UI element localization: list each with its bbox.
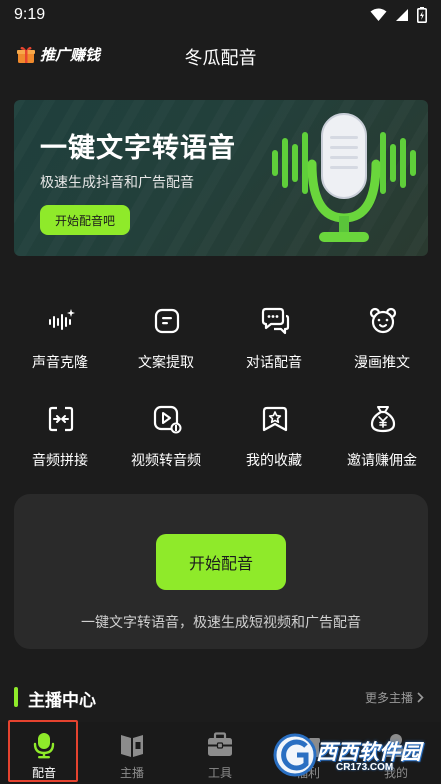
dialogue-icon bbox=[261, 307, 290, 335]
nav-tab-tools[interactable]: 工具 bbox=[190, 722, 250, 782]
tool-voice-clone[interactable]: 声音克隆 bbox=[10, 306, 110, 386]
app-title: 冬瓜配音 bbox=[184, 48, 257, 68]
promo-banner[interactable]: 一键文字转语音 极速生成抖音和广告配音 开始配音吧 bbox=[14, 100, 428, 256]
anchor-center-header: 主播中心 更多主播 bbox=[14, 684, 428, 710]
banner-headline: 一键文字转语音 bbox=[40, 133, 236, 163]
more-anchors-label: 更多主播 bbox=[364, 691, 413, 705]
tool-label: 音频拼接 bbox=[32, 452, 88, 468]
start-dubbing-description: 一键文字转语音，极速生成短视频和广告配音 bbox=[81, 614, 361, 630]
nav-tab-me[interactable]: 我的 bbox=[366, 722, 426, 782]
chevron-right-icon bbox=[417, 692, 424, 703]
anchor-book-icon bbox=[121, 735, 143, 757]
app-screen: 9:19 推广赚钱 冬瓜配音 一键文字转语音 极速生成抖音和广告配音 开始配音吧… bbox=[0, 0, 441, 784]
start-dubbing-card: 开始配音 一键文字转语音，极速生成短视频和广告配音 bbox=[14, 494, 428, 649]
more-anchors-link[interactable]: 更多主播 bbox=[365, 689, 424, 706]
tool-my-favorites[interactable]: 我的收藏 bbox=[224, 404, 324, 484]
status-icons bbox=[370, 7, 427, 23]
signal-icon bbox=[396, 9, 408, 21]
tool-video-to-audio[interactable]: 视频转音频 bbox=[116, 404, 216, 484]
status-time: 9:19 bbox=[14, 6, 46, 23]
nav-tab-label: 福利 bbox=[295, 766, 320, 780]
tool-label: 对话配音 bbox=[246, 354, 302, 370]
mic-icon bbox=[33, 733, 55, 759]
banner-start-button[interactable]: 开始配音吧 bbox=[40, 205, 130, 235]
text-extract-icon bbox=[154, 308, 180, 334]
tool-invite-earn[interactable]: 邀请赚佣金 bbox=[332, 404, 432, 484]
user-icon bbox=[385, 734, 407, 757]
nav-tab-label: 工具 bbox=[207, 766, 232, 780]
start-dubbing-button[interactable]: 开始配音 bbox=[156, 534, 286, 590]
tool-dialogue-dubbing[interactable]: 对话配音 bbox=[224, 306, 324, 386]
nav-tab-label: 我的 bbox=[383, 766, 408, 780]
tool-audio-merge[interactable]: 音频拼接 bbox=[10, 404, 110, 484]
anchor-center-title: 主播中心 bbox=[28, 691, 96, 710]
comic-bear-icon bbox=[369, 307, 397, 334]
tool-label: 邀请赚佣金 bbox=[347, 452, 417, 468]
audio-merge-icon bbox=[48, 406, 74, 432]
tool-label: 我的收藏 bbox=[246, 452, 302, 468]
status-bar: 9:19 bbox=[0, 0, 441, 30]
star-icon bbox=[262, 406, 288, 432]
bottom-nav: 配音 主播 工具 福利 我的 bbox=[0, 720, 441, 784]
microphone-illustration bbox=[272, 113, 416, 242]
gift-icon bbox=[296, 738, 320, 757]
tool-comic-post[interactable]: 漫画推文 bbox=[332, 306, 432, 386]
banner-subtitle: 极速生成抖音和广告配音 bbox=[40, 174, 194, 190]
nav-tab-anchor[interactable]: 主播 bbox=[102, 722, 162, 782]
tool-label: 视频转音频 bbox=[131, 452, 201, 468]
video-to-audio-icon bbox=[153, 405, 182, 434]
voice-clone-icon bbox=[49, 309, 75, 330]
tool-label: 声音克隆 bbox=[32, 354, 88, 370]
tool-text-extract[interactable]: 文案提取 bbox=[116, 306, 216, 386]
nav-tab-label: 配音 bbox=[31, 766, 56, 780]
money-bag-icon bbox=[370, 406, 396, 433]
nav-tab-welfare[interactable]: 福利 bbox=[278, 722, 338, 782]
tool-label: 文案提取 bbox=[138, 354, 194, 370]
nav-tab-label: 主播 bbox=[119, 766, 144, 780]
tool-label: 漫画推文 bbox=[354, 354, 410, 370]
wifi-icon bbox=[370, 8, 387, 21]
toolbox-icon bbox=[208, 732, 232, 756]
battery-icon bbox=[417, 7, 427, 23]
nav-tab-dubbing[interactable]: 配音 bbox=[8, 720, 78, 782]
section-accent-bar bbox=[14, 687, 18, 707]
app-header: 推广赚钱 冬瓜配音 bbox=[0, 36, 441, 76]
